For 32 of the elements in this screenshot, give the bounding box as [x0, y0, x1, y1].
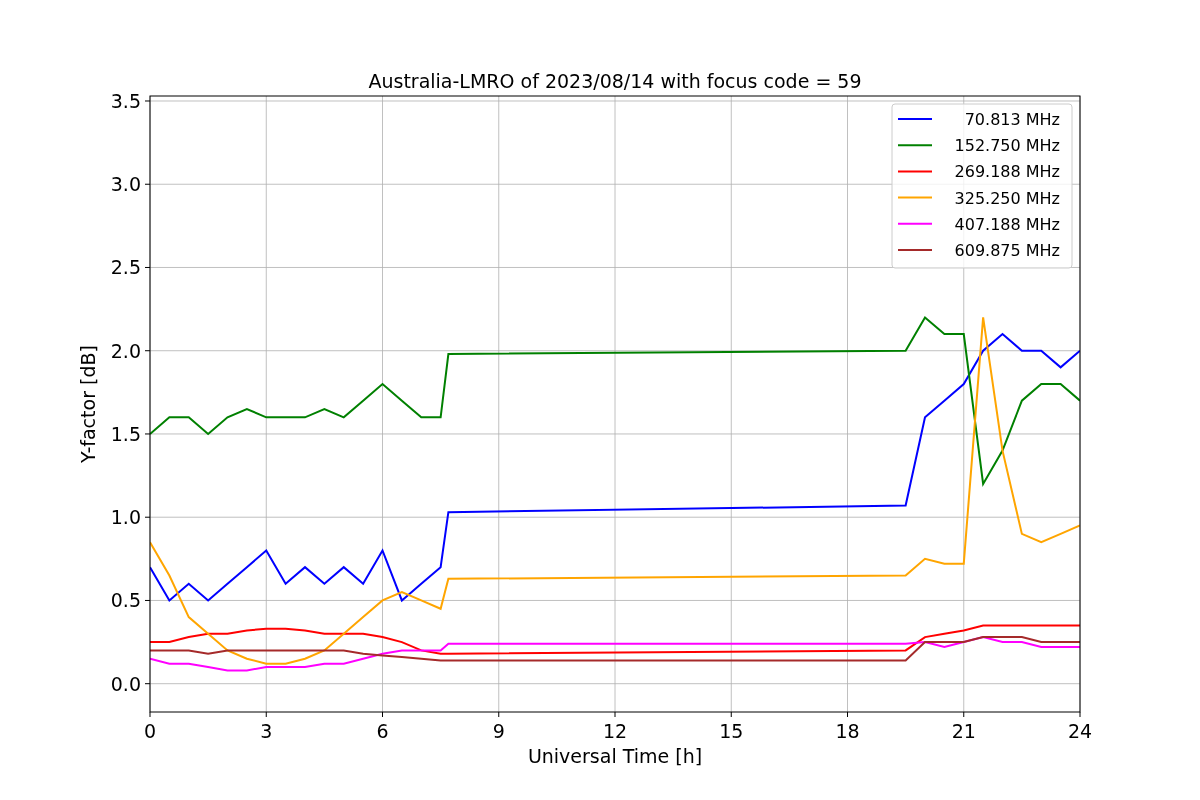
legend-label: 407.188 MHz [954, 214, 1060, 234]
chart-title: Australia-LMRO of 2023/08/14 with focus code = 59 [368, 70, 862, 92]
legend-label: 70.813 MHz [964, 110, 1060, 129]
tick-label: 2.5 [110, 256, 141, 279]
tick-label: 2.0 [110, 339, 141, 362]
tick-label: 3.5 [110, 90, 141, 112]
tick-label: 6 [376, 720, 389, 742]
legend-line [897, 222, 933, 225]
tick-label: 0.0 [110, 672, 141, 695]
legend-label: 609.875 MHz [954, 241, 1060, 260]
legend-label: 325.250 MHz [954, 188, 1060, 208]
x-axis-label: Universal Time [h] [527, 745, 703, 767]
legend-label: 269.188 MHz [954, 162, 1060, 182]
legend-line [897, 249, 933, 251]
tick-label: 0.5 [110, 589, 141, 612]
tick-label: 9 [492, 720, 505, 742]
tick-label: 12 [602, 720, 628, 742]
legend-line [897, 170, 933, 173]
tick-label: 18 [835, 720, 860, 742]
tick-label: 15 [719, 720, 744, 742]
tick-label: 24 [1067, 720, 1093, 742]
tick-label: 0 [143, 720, 157, 742]
tick-label: 1.0 [110, 506, 141, 529]
legend-line [897, 118, 933, 120]
y-axis-label: Y-factor [dB] [77, 345, 99, 463]
tick-label: 21 [951, 720, 976, 742]
legend-line [897, 144, 933, 147]
legend-line [897, 196, 933, 199]
tick-label: 3.0 [110, 173, 141, 196]
tick-label: 1.5 [110, 422, 141, 445]
tick-label: 3 [260, 720, 273, 742]
legend-label: 152.750 MHz [954, 136, 1060, 156]
